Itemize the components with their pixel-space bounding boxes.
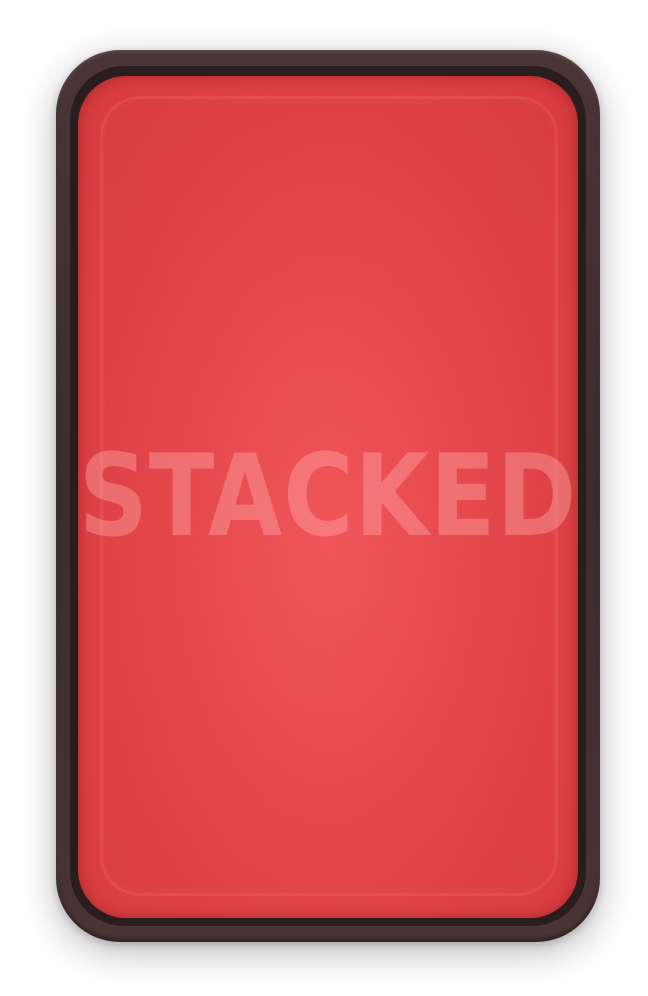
card-logo-text: STACKED — [78, 429, 578, 563]
card-back[interactable]: STACKED — [78, 76, 578, 918]
game-stage: STACKED — [0, 0, 648, 996]
